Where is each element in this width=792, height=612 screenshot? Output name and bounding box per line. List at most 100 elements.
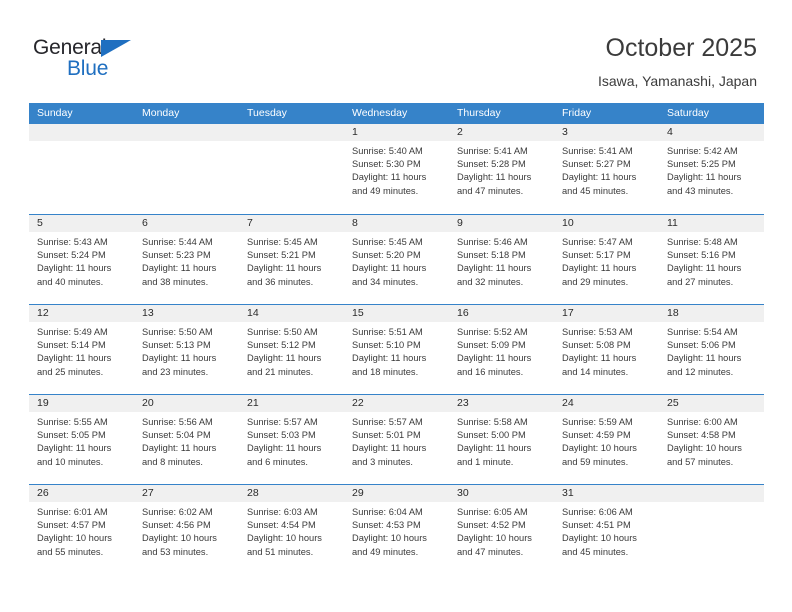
sunset-text: Sunset: 5:18 PM (457, 250, 526, 261)
sunrise-text: Sunrise: 5:56 AM (142, 417, 213, 427)
calendar-day-cell[interactable]: 15 Sunrise: 5:51 AM Sunset: 5:10 PM Dayligh… (344, 305, 449, 394)
daylight-text: Daylight: 11 hours and 18 minutes. (352, 353, 427, 377)
calendar-day-cell[interactable]: 8 Sunrise: 5:45 AM Sunset: 5:20 PM Daylight… (344, 215, 449, 304)
calendar-day-cell[interactable]: 22 Sunrise: 5:57 AM Sunset: 5:01 PM Dayligh… (344, 395, 449, 484)
calendar-day-cell[interactable]: 9 Sunrise: 5:46 AM Sunset: 5:18 PM Daylight… (449, 215, 554, 304)
day-sun-info: Sunrise: 5:44 AM Sunset: 5:23 PM Daylight:… (134, 232, 239, 289)
calendar-day-cell[interactable]: 31 Sunrise: 6:06 AM Sunset: 4:51 PM Dayligh… (554, 485, 659, 574)
day-number: 5 (29, 215, 134, 232)
day-sun-info: Sunrise: 5:56 AM Sunset: 5:04 PM Daylight:… (134, 412, 239, 469)
day-number (239, 124, 344, 141)
calendar-day-cell[interactable]: 30 Sunrise: 6:05 AM Sunset: 4:52 PM Dayligh… (449, 485, 554, 574)
day-sun-info: Sunrise: 5:55 AM Sunset: 5:05 PM Daylight:… (29, 412, 134, 469)
calendar-day-cell[interactable]: 21 Sunrise: 5:57 AM Sunset: 5:03 PM Dayligh… (239, 395, 344, 484)
day-number: 20 (134, 395, 239, 412)
sunset-text: Sunset: 4:52 PM (457, 520, 526, 531)
calendar-day-cell[interactable]: 16 Sunrise: 5:52 AM Sunset: 5:09 PM Dayligh… (449, 305, 554, 394)
sunrise-text: Sunrise: 6:05 AM (457, 507, 528, 517)
weekday-header-thursday: Thursday (457, 107, 501, 119)
calendar-day-cell[interactable]: 26 Sunrise: 6:01 AM Sunset: 4:57 PM Dayligh… (29, 485, 134, 574)
sunrise-text: Sunrise: 5:51 AM (352, 327, 423, 337)
sunrise-text: Sunrise: 6:04 AM (352, 507, 423, 517)
day-number (659, 485, 764, 502)
calendar-day-cell[interactable]: 23 Sunrise: 5:58 AM Sunset: 5:00 PM Dayligh… (449, 395, 554, 484)
calendar-day-cell[interactable]: 6 Sunrise: 5:44 AM Sunset: 5:23 PM Daylight… (134, 215, 239, 304)
page-header: General Blue October 2025 Isawa, Yamanas… (0, 0, 792, 100)
calendar-day-cell-empty (134, 124, 239, 214)
sunset-text: Sunset: 5:05 PM (37, 430, 106, 441)
calendar-page: General Blue October 2025 Isawa, Yamanas… (0, 0, 792, 612)
calendar-week-row: 12 Sunrise: 5:49 AM Sunset: 5:14 PM Dayligh… (29, 304, 764, 394)
sunrise-text: Sunrise: 5:53 AM (562, 327, 633, 337)
day-number: 28 (239, 485, 344, 502)
sunset-text: Sunset: 5:24 PM (37, 250, 106, 261)
sunset-text: Sunset: 5:23 PM (142, 250, 211, 261)
calendar-day-cell[interactable]: 25 Sunrise: 6:00 AM Sunset: 4:58 PM Dayligh… (659, 395, 764, 484)
day-sun-info: Sunrise: 5:47 AM Sunset: 5:17 PM Daylight:… (554, 232, 659, 289)
calendar-day-cell[interactable]: 14 Sunrise: 5:50 AM Sunset: 5:12 PM Dayligh… (239, 305, 344, 394)
daylight-text: Daylight: 11 hours and 45 minutes. (562, 172, 637, 196)
sunrise-text: Sunrise: 5:43 AM (37, 237, 108, 247)
daylight-text: Daylight: 11 hours and 16 minutes. (457, 353, 532, 377)
day-sun-info: Sunrise: 5:57 AM Sunset: 5:03 PM Daylight:… (239, 412, 344, 469)
calendar-day-cell[interactable]: 12 Sunrise: 5:49 AM Sunset: 5:14 PM Dayligh… (29, 305, 134, 394)
sunset-text: Sunset: 5:04 PM (142, 430, 211, 441)
calendar-day-cell[interactable]: 24 Sunrise: 5:59 AM Sunset: 4:59 PM Dayligh… (554, 395, 659, 484)
weekday-header-tuesday: Tuesday (247, 107, 287, 119)
weekday-header-friday: Friday (562, 107, 592, 119)
calendar-day-cell[interactable]: 27 Sunrise: 6:02 AM Sunset: 4:56 PM Dayligh… (134, 485, 239, 574)
calendar-day-cell[interactable]: 20 Sunrise: 5:56 AM Sunset: 5:04 PM Dayligh… (134, 395, 239, 484)
sunset-text: Sunset: 5:25 PM (667, 159, 736, 170)
day-number: 25 (659, 395, 764, 412)
day-sun-info: Sunrise: 5:53 AM Sunset: 5:08 PM Daylight:… (554, 322, 659, 379)
page-title: October 2025 (605, 34, 758, 62)
calendar-day-cell[interactable]: 3 Sunrise: 5:41 AM Sunset: 5:27 PM Daylight… (554, 124, 659, 214)
day-sun-info: Sunrise: 6:03 AM Sunset: 4:54 PM Daylight:… (239, 502, 344, 559)
daylight-text: Daylight: 11 hours and 34 minutes. (352, 263, 427, 287)
day-number: 21 (239, 395, 344, 412)
day-number: 23 (449, 395, 554, 412)
calendar-day-cell[interactable]: 19 Sunrise: 5:55 AM Sunset: 5:05 PM Dayligh… (29, 395, 134, 484)
sunrise-text: Sunrise: 5:49 AM (37, 327, 108, 337)
calendar-week-row: 19 Sunrise: 5:55 AM Sunset: 5:05 PM Dayligh… (29, 394, 764, 484)
calendar-day-cell[interactable]: 1 Sunrise: 5:40 AM Sunset: 5:30 PM Daylight… (344, 124, 449, 214)
calendar-day-cell[interactable]: 5 Sunrise: 5:43 AM Sunset: 5:24 PM Daylight… (29, 215, 134, 304)
day-sun-info: Sunrise: 6:01 AM Sunset: 4:57 PM Daylight:… (29, 502, 134, 559)
calendar-day-cell[interactable]: 4 Sunrise: 5:42 AM Sunset: 5:25 PM Daylight… (659, 124, 764, 214)
sunset-text: Sunset: 5:16 PM (667, 250, 736, 261)
day-sun-info: Sunrise: 5:50 AM Sunset: 5:12 PM Daylight:… (239, 322, 344, 379)
calendar-day-cell[interactable]: 7 Sunrise: 5:45 AM Sunset: 5:21 PM Daylight… (239, 215, 344, 304)
calendar-day-cell[interactable]: 2 Sunrise: 5:41 AM Sunset: 5:28 PM Daylight… (449, 124, 554, 214)
calendar-day-cell[interactable]: 13 Sunrise: 5:50 AM Sunset: 5:13 PM Dayligh… (134, 305, 239, 394)
day-number: 12 (29, 305, 134, 322)
brand-logo[interactable]: General Blue (33, 36, 213, 86)
calendar-grid: Sunday Monday Tuesday Wednesday Thursday Frid… (29, 103, 764, 574)
calendar-day-cell[interactable]: 17 Sunrise: 5:53 AM Sunset: 5:08 PM Dayligh… (554, 305, 659, 394)
sunrise-text: Sunrise: 5:50 AM (142, 327, 213, 337)
sunrise-text: Sunrise: 5:46 AM (457, 237, 528, 247)
day-sun-info: Sunrise: 5:41 AM Sunset: 5:28 PM Daylight:… (449, 141, 554, 198)
day-number: 19 (29, 395, 134, 412)
calendar-week-row: 5 Sunrise: 5:43 AM Sunset: 5:24 PM Daylight… (29, 214, 764, 304)
daylight-text: Daylight: 10 hours and 55 minutes. (37, 533, 112, 557)
day-sun-info: Sunrise: 5:59 AM Sunset: 4:59 PM Daylight:… (554, 412, 659, 469)
calendar-day-cell[interactable]: 11 Sunrise: 5:48 AM Sunset: 5:16 PM Dayligh… (659, 215, 764, 304)
day-number: 10 (554, 215, 659, 232)
calendar-day-cell[interactable]: 18 Sunrise: 5:54 AM Sunset: 5:06 PM Dayligh… (659, 305, 764, 394)
calendar-day-cell[interactable]: 28 Sunrise: 6:03 AM Sunset: 4:54 PM Dayligh… (239, 485, 344, 574)
calendar-day-cell[interactable]: 10 Sunrise: 5:47 AM Sunset: 5:17 PM Dayligh… (554, 215, 659, 304)
sunset-text: Sunset: 5:20 PM (352, 250, 421, 261)
daylight-text: Daylight: 11 hours and 32 minutes. (457, 263, 532, 287)
day-sun-info: Sunrise: 5:52 AM Sunset: 5:09 PM Daylight:… (449, 322, 554, 379)
daylight-text: Daylight: 10 hours and 47 minutes. (457, 533, 532, 557)
sunrise-text: Sunrise: 6:02 AM (142, 507, 213, 517)
calendar-day-cell[interactable]: 29 Sunrise: 6:04 AM Sunset: 4:53 PM Dayligh… (344, 485, 449, 574)
day-number: 13 (134, 305, 239, 322)
day-number: 27 (134, 485, 239, 502)
day-number: 24 (554, 395, 659, 412)
day-sun-info: Sunrise: 6:06 AM Sunset: 4:51 PM Daylight:… (554, 502, 659, 559)
day-sun-info: Sunrise: 6:04 AM Sunset: 4:53 PM Daylight:… (344, 502, 449, 559)
sunrise-text: Sunrise: 5:45 AM (352, 237, 423, 247)
day-sun-info: Sunrise: 6:00 AM Sunset: 4:58 PM Daylight:… (659, 412, 764, 469)
day-number: 11 (659, 215, 764, 232)
